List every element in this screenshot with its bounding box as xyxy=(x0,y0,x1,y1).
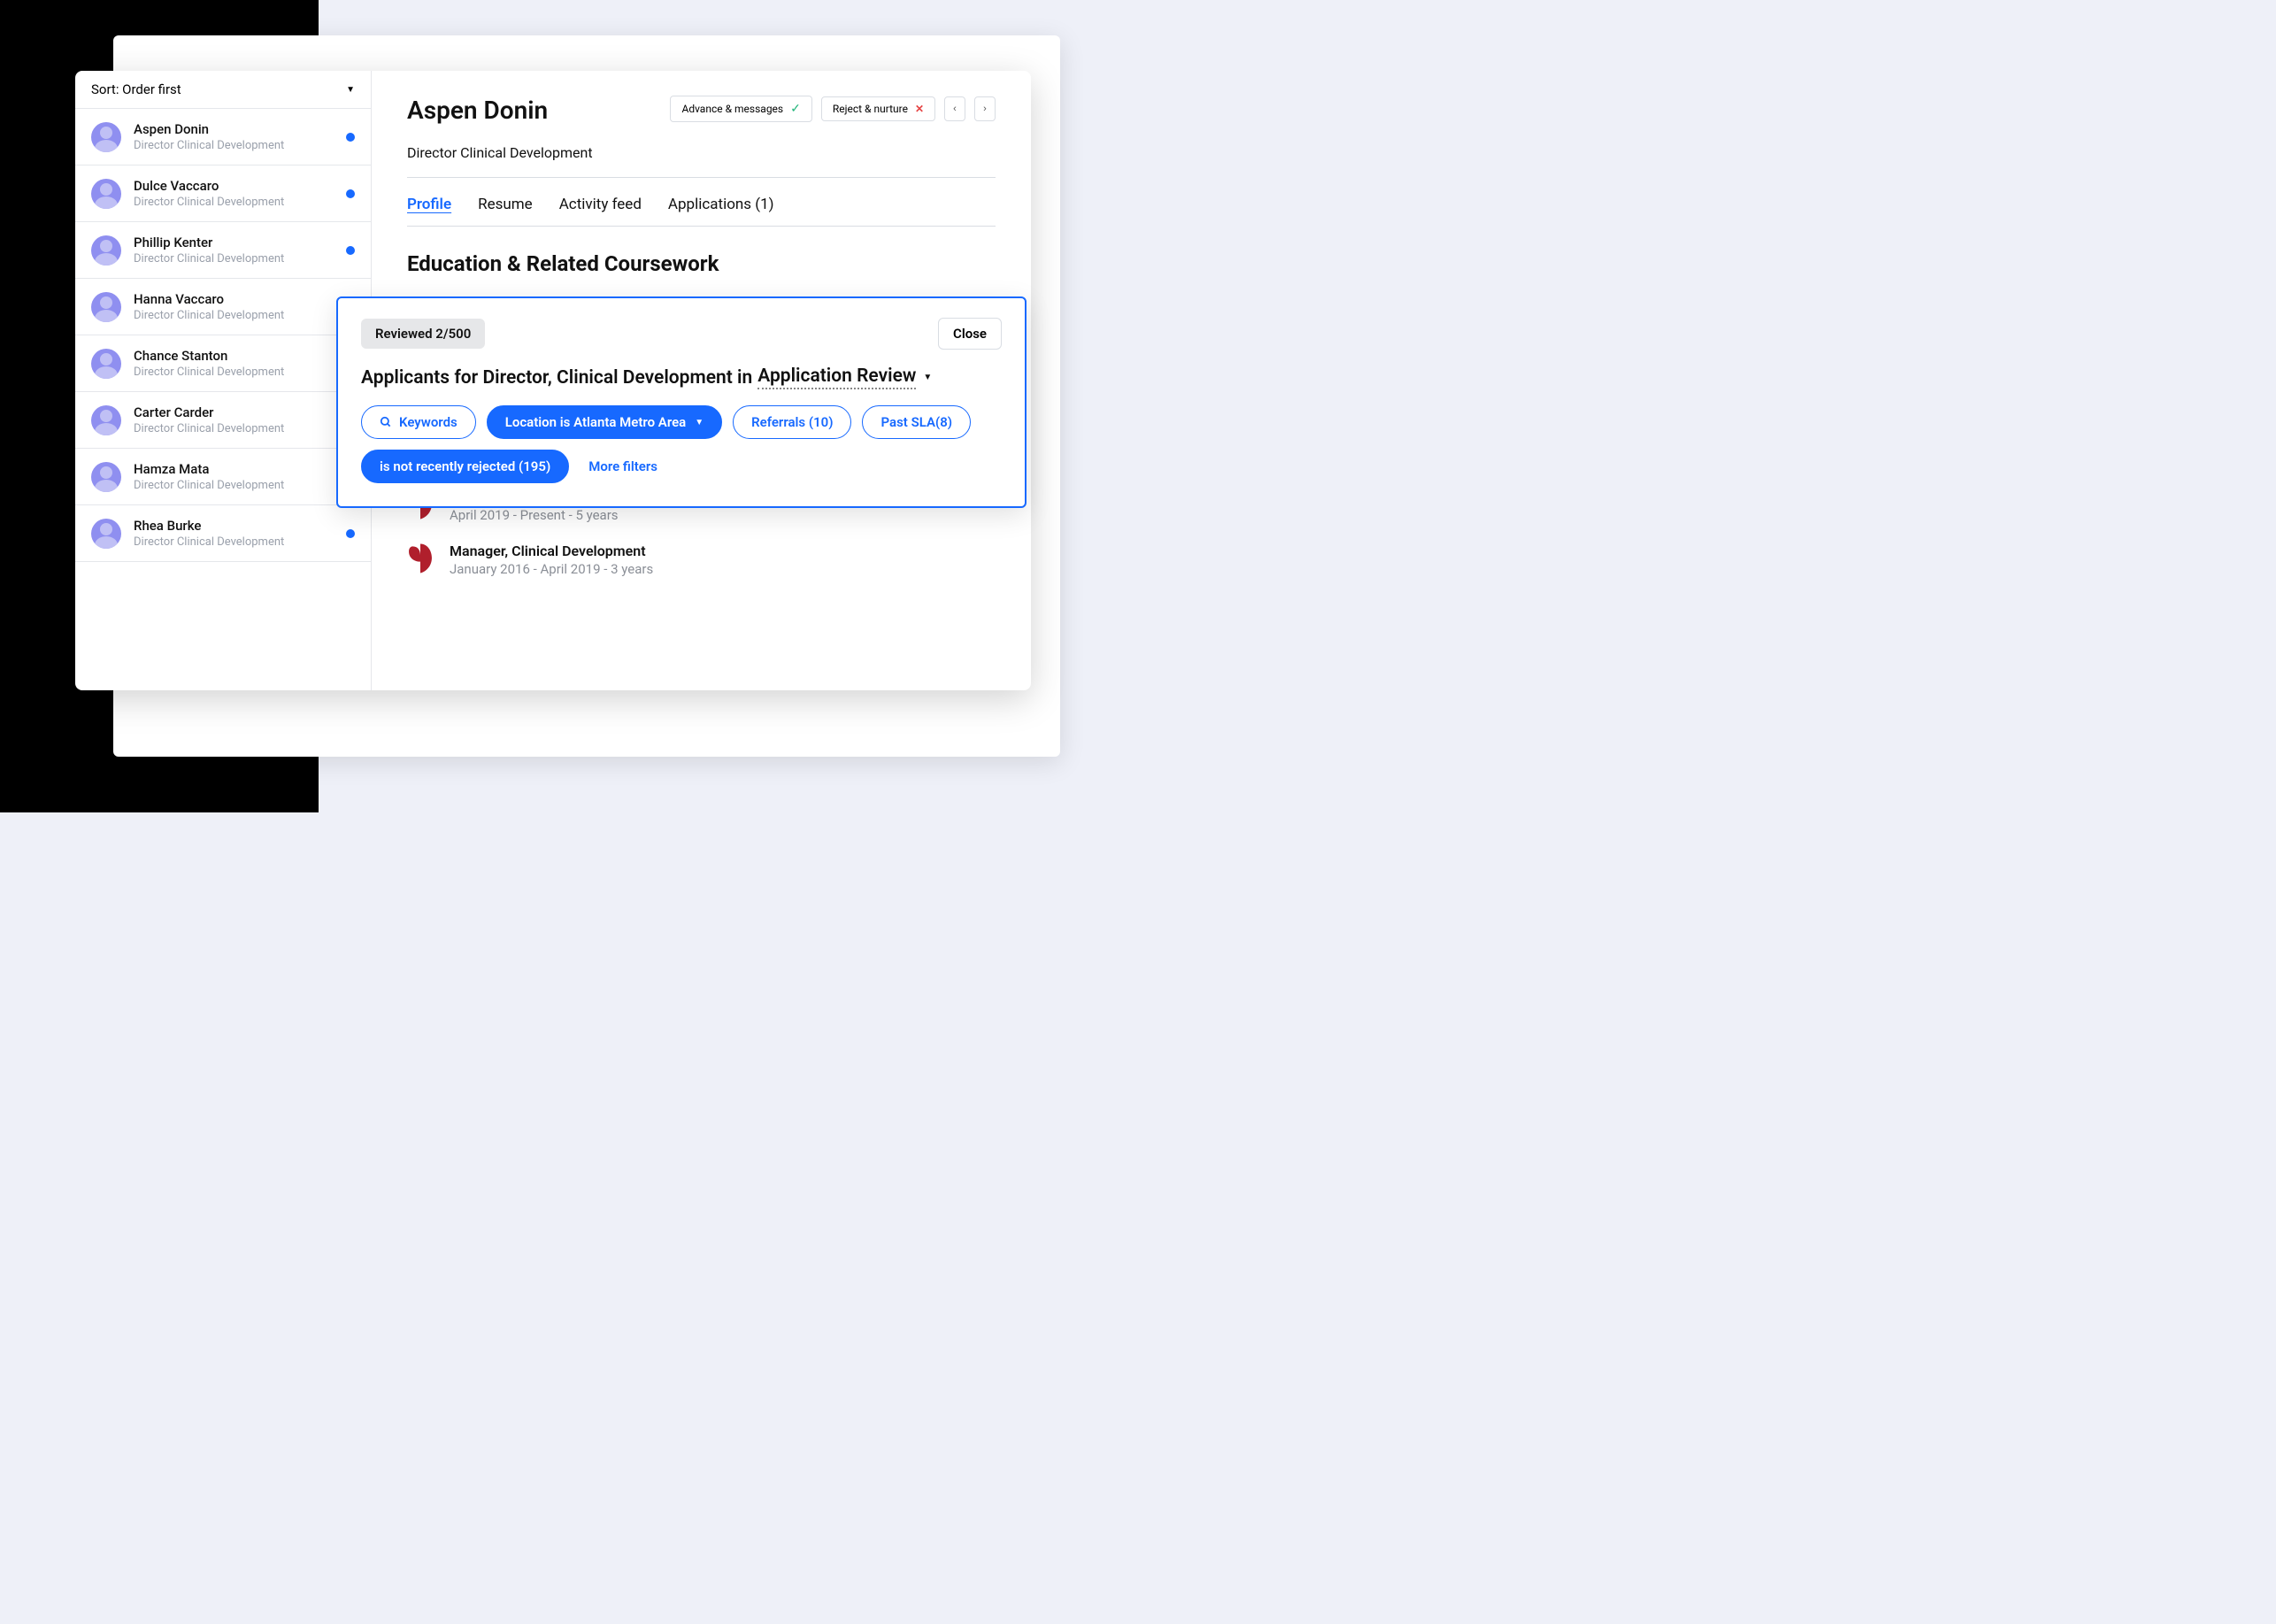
candidate-text: Carter Carder Director Clinical Developme… xyxy=(134,404,355,435)
chip-label: is not recently rejected (195) xyxy=(380,458,550,474)
chevron-down-icon: ▼ xyxy=(695,418,704,427)
candidate-text: Hanna Vaccaro Director Clinical Developme… xyxy=(134,291,355,322)
divider xyxy=(407,226,996,227)
chevron-down-icon: ▼ xyxy=(346,85,355,95)
reject-button[interactable]: Reject & nurture ✕ xyxy=(821,96,935,121)
candidate-title: Director Clinical Development xyxy=(134,422,355,435)
candidate-title: Director Clinical Development xyxy=(134,479,334,492)
chip-label: Referrals (10) xyxy=(751,414,833,430)
candidate-row[interactable]: Carter Carder Director Clinical Developme… xyxy=(75,392,371,449)
more-filters-link[interactable]: More filters xyxy=(588,458,657,474)
chip-location[interactable]: Location is Atlanta Metro Area ▼ xyxy=(487,405,722,439)
candidate-row[interactable]: Hamza Mata Director Clinical Development xyxy=(75,449,371,505)
divider xyxy=(407,177,996,178)
chip-past-sla[interactable]: Past SLA(8) xyxy=(862,405,971,439)
unread-dot-icon xyxy=(346,529,355,538)
tab-activity[interactable]: Activity feed xyxy=(559,196,642,213)
chip-label: Keywords xyxy=(399,414,458,430)
chip-label: Location is Atlanta Metro Area xyxy=(505,414,686,430)
candidate-name: Carter Carder xyxy=(134,404,355,420)
candidate-title: Director Clinical Development xyxy=(134,196,334,209)
experience-dates: April 2019 - Present - 5 years xyxy=(450,507,640,523)
next-button[interactable]: › xyxy=(974,96,996,121)
advance-label: Advance & messages xyxy=(681,103,783,115)
experience-text: Manager, Clinical Development January 201… xyxy=(450,543,653,577)
chip-keywords[interactable]: Keywords xyxy=(361,405,476,439)
panel-title: Applicants for Director, Clinical Develo… xyxy=(361,366,1002,389)
check-icon: ✓ xyxy=(790,102,801,116)
avatar-icon xyxy=(91,235,121,266)
candidate-title: Director Clinical Development xyxy=(407,144,593,161)
sort-dropdown[interactable]: Sort: Order first ▼ xyxy=(75,71,371,109)
unread-dot-icon xyxy=(346,189,355,198)
candidate-name: Aspen Donin xyxy=(134,121,334,137)
advance-button[interactable]: Advance & messages ✓ xyxy=(670,96,811,122)
candidate-text: Phillip Kenter Director Clinical Developm… xyxy=(134,235,334,266)
tab-resume[interactable]: Resume xyxy=(478,196,533,213)
avatar-icon xyxy=(91,122,121,152)
candidate-text: Hamza Mata Director Clinical Development xyxy=(134,461,334,492)
candidate-text: Dulce Vaccaro Director Clinical Developme… xyxy=(134,178,334,209)
candidate-row[interactable]: Phillip Kenter Director Clinical Developm… xyxy=(75,222,371,279)
reject-label: Reject & nurture xyxy=(833,103,908,115)
stage-label: Application Review xyxy=(757,366,916,387)
candidate-row[interactable]: Rhea BurkeDirector Clinical Development xyxy=(75,505,371,562)
panel-title-text: Applicants for Director, Clinical Develo… xyxy=(361,367,752,389)
candidate-row[interactable]: Aspen Donin Director Clinical Development xyxy=(75,109,371,165)
company-logo-icon xyxy=(407,543,434,574)
close-button[interactable]: Close xyxy=(938,318,1002,350)
candidate-list: Aspen Donin Director Clinical Development… xyxy=(75,109,371,690)
candidate-name: Hamza Mata xyxy=(134,461,334,477)
close-icon: ✕ xyxy=(915,103,924,115)
avatar-icon xyxy=(91,405,121,435)
chip-referrals[interactable]: Referrals (10) xyxy=(733,405,851,439)
candidate-title: Director Clinical Development xyxy=(134,535,334,549)
avatar-icon xyxy=(91,292,121,322)
candidate-title: Director Clinical Development xyxy=(134,252,334,266)
avatar-icon xyxy=(91,349,121,379)
candidate-text: Rhea BurkeDirector Clinical Development xyxy=(134,518,334,549)
avatar-icon xyxy=(91,462,121,492)
tab-profile[interactable]: Profile xyxy=(407,196,451,213)
detail-tabs: Profile Resume Activity feed Application… xyxy=(407,196,996,213)
sort-label: Sort: Order first xyxy=(91,81,181,97)
section-heading: Education & Related Coursework xyxy=(407,251,996,276)
unread-dot-icon xyxy=(346,133,355,142)
candidate-title: Director Clinical Development xyxy=(134,309,355,322)
candidate-row[interactable]: Dulce Vaccaro Director Clinical Developme… xyxy=(75,165,371,222)
prev-button[interactable]: ‹ xyxy=(944,96,965,121)
candidate-name: Phillip Kenter xyxy=(134,235,334,250)
chevron-down-icon: ▼ xyxy=(923,373,932,382)
candidate-row[interactable]: Chance Stanton Director Clinical Developm… xyxy=(75,335,371,392)
unread-dot-icon xyxy=(346,246,355,255)
candidate-text: Chance Stanton Director Clinical Developm… xyxy=(134,348,355,379)
candidate-name: Aspen Donin xyxy=(407,96,593,125)
experience-role: Manager, Clinical Development xyxy=(450,543,653,559)
avatar-icon xyxy=(91,519,121,549)
candidate-title: Director Clinical Development xyxy=(134,139,334,152)
candidate-sidebar: Sort: Order first ▼ Aspen Donin Director … xyxy=(75,71,372,690)
experience-dates: January 2016 - April 2019 - 3 years xyxy=(450,561,653,577)
candidate-name: Rhea Burke xyxy=(134,518,334,534)
filter-chips: Keywords Location is Atlanta Metro Area … xyxy=(361,405,1002,483)
reviewed-badge: Reviewed 2/500 xyxy=(361,319,485,349)
avatar-icon xyxy=(91,179,121,209)
candidate-name: Dulce Vaccaro xyxy=(134,178,334,194)
chevron-right-icon: › xyxy=(983,104,987,114)
chip-not-rejected[interactable]: is not recently rejected (195) xyxy=(361,450,569,483)
candidate-name: Chance Stanton xyxy=(134,348,355,364)
stage-dropdown[interactable]: Application Review xyxy=(757,366,916,389)
candidate-title: Director Clinical Development xyxy=(134,366,355,379)
candidate-text: Aspen Donin Director Clinical Development xyxy=(134,121,334,152)
chevron-left-icon: ‹ xyxy=(953,104,957,114)
candidate-name: Hanna Vaccaro xyxy=(134,291,355,307)
candidate-row[interactable]: Hanna Vaccaro Director Clinical Developme… xyxy=(75,279,371,335)
tab-applications[interactable]: Applications (1) xyxy=(668,196,774,213)
chip-label: Past SLA(8) xyxy=(880,414,952,430)
action-bar: Advance & messages ✓ Reject & nurture ✕ … xyxy=(670,96,996,122)
search-icon xyxy=(380,416,392,428)
experience-item: Manager, Clinical Development January 201… xyxy=(407,543,996,577)
filter-panel: Reviewed 2/500 Close Applicants for Dire… xyxy=(336,296,1027,508)
